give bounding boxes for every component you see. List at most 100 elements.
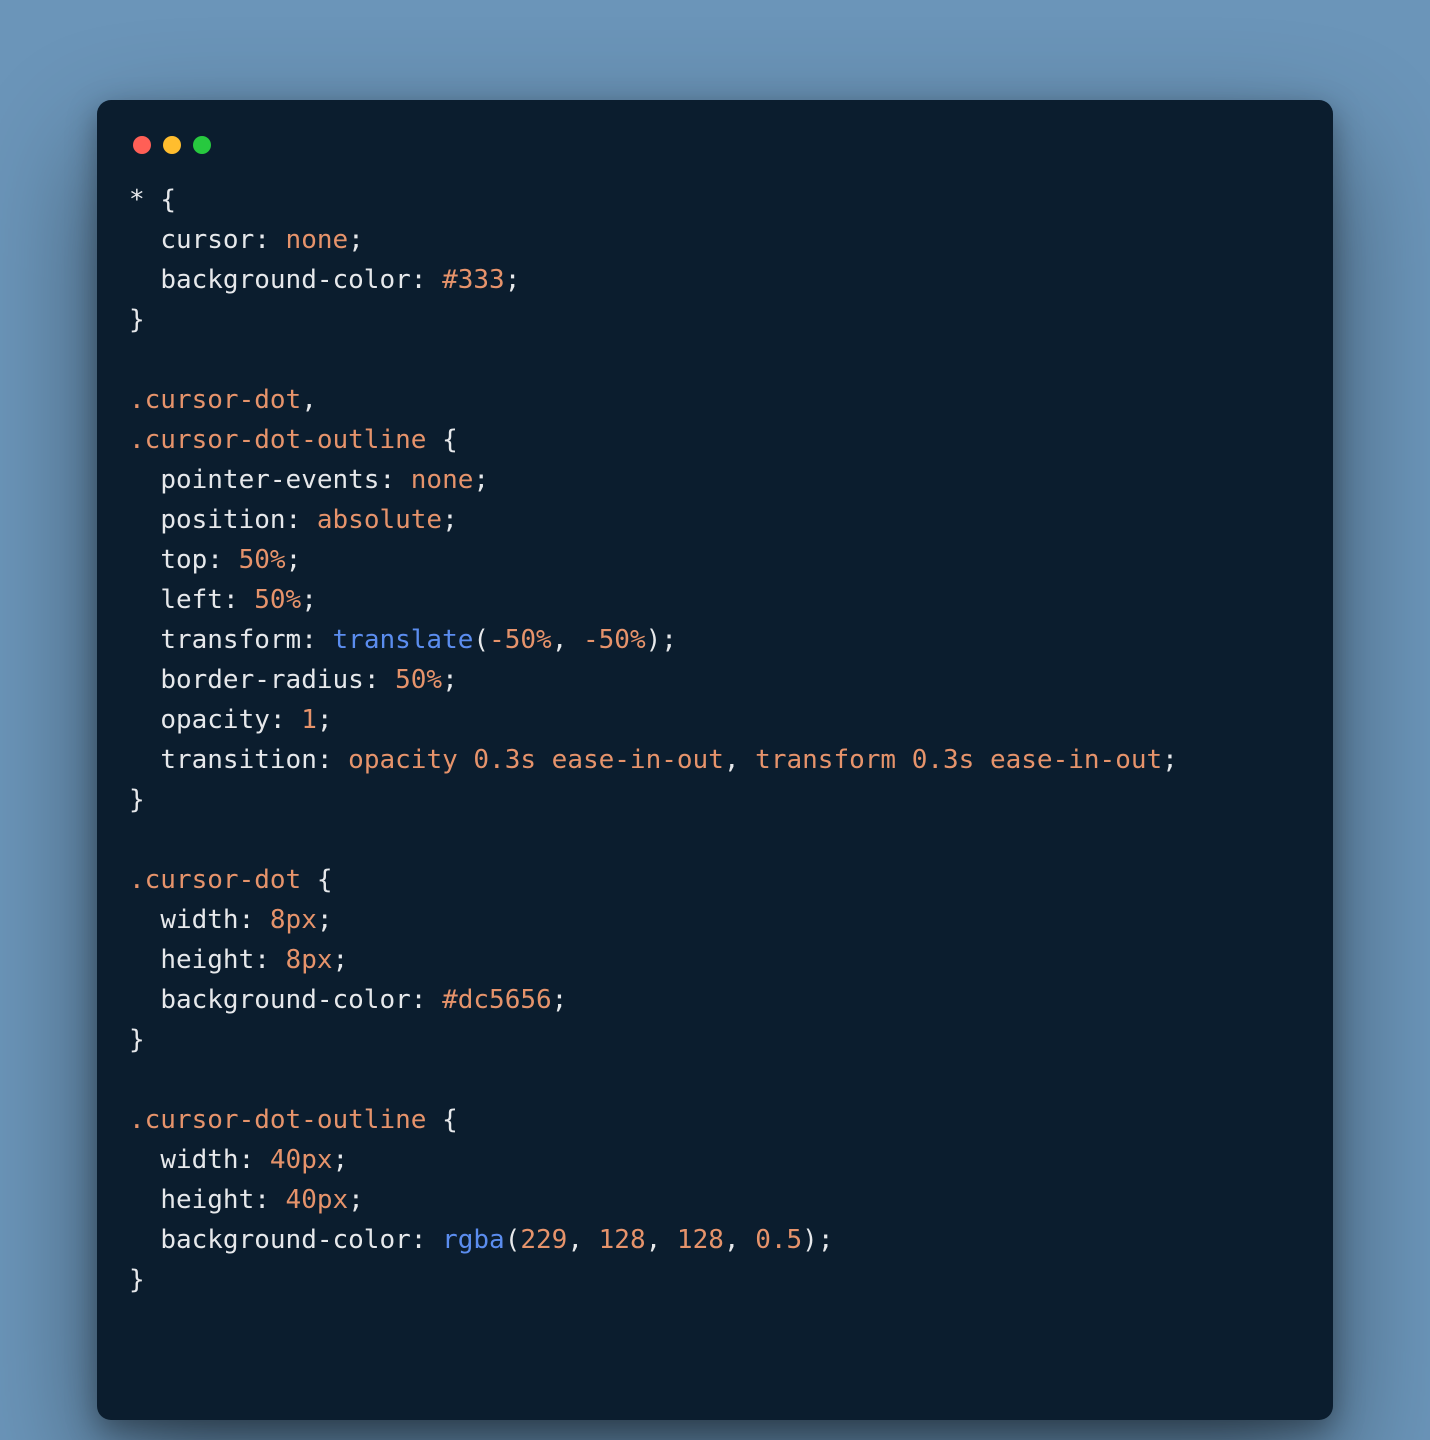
- code-token: position: [160, 505, 285, 535]
- code-token: background-color: [160, 265, 410, 295]
- code-token: .cursor-dot-outline: [129, 1105, 426, 1135]
- code-token: :: [207, 545, 238, 575]
- code-token: ,: [567, 1225, 598, 1255]
- code-token: ;: [1162, 745, 1178, 775]
- code-token: background-color: [160, 1225, 410, 1255]
- code-token: [129, 265, 160, 295]
- code-token: #333: [442, 265, 505, 295]
- code-token: opacity 0.3s ease-in-out: [348, 745, 724, 775]
- code-token: :: [411, 1225, 442, 1255]
- window-zoom-icon[interactable]: [193, 136, 211, 154]
- code-token: [129, 505, 160, 535]
- code-token: 40px: [286, 1185, 349, 1215]
- code-token: ,: [724, 745, 755, 775]
- window-minimize-icon[interactable]: [163, 136, 181, 154]
- code-token: ): [646, 625, 662, 655]
- code-token: none: [286, 225, 349, 255]
- code-token: [129, 945, 160, 975]
- code-token: height: [160, 1185, 254, 1215]
- code-token: :: [301, 625, 332, 655]
- code-token: .cursor-dot-outline: [129, 425, 426, 455]
- code-token: :: [411, 985, 442, 1015]
- code-token: *: [129, 185, 160, 215]
- code-token: ;: [286, 545, 302, 575]
- code-token: ;: [552, 985, 568, 1015]
- code-token: [129, 625, 160, 655]
- code-token: ;: [473, 465, 489, 495]
- code-token: ;: [661, 625, 677, 655]
- code-token: pointer-events: [160, 465, 379, 495]
- code-token: ,: [552, 625, 583, 655]
- code-window: * { cursor: none; background-color: #333…: [97, 100, 1333, 1420]
- code-token: top: [160, 545, 207, 575]
- code-token: 50%: [239, 545, 286, 575]
- code-token: 8px: [286, 945, 333, 975]
- window-titlebar: [129, 130, 1301, 180]
- code-token: 1: [301, 705, 317, 735]
- code-token: cursor: [160, 225, 254, 255]
- code-token: ;: [818, 1225, 834, 1255]
- code-token: }: [129, 1265, 145, 1295]
- code-token: :: [254, 225, 285, 255]
- code-token: [129, 1185, 160, 1215]
- code-token: :: [286, 505, 317, 535]
- code-token: ;: [333, 945, 349, 975]
- code-token: ;: [348, 1185, 364, 1215]
- code-token: }: [129, 1025, 145, 1055]
- code-token: opacity: [160, 705, 270, 735]
- code-token: transition: [160, 745, 317, 775]
- code-token: }: [129, 305, 145, 335]
- code-token: :: [270, 705, 301, 735]
- code-token: [129, 465, 160, 495]
- code-token: [129, 1225, 160, 1255]
- code-token: -50%: [489, 625, 552, 655]
- code-token: width: [160, 1145, 238, 1175]
- code-token: rgba: [442, 1225, 505, 1255]
- code-token: ;: [333, 1145, 349, 1175]
- code-token: .cursor-dot: [129, 385, 301, 415]
- code-token: ): [802, 1225, 818, 1255]
- code-token: ,: [724, 1225, 755, 1255]
- code-token: ;: [348, 225, 364, 255]
- stage: * { cursor: none; background-color: #333…: [0, 0, 1430, 1440]
- code-token: :: [411, 265, 442, 295]
- code-token: width: [160, 905, 238, 935]
- code-token: :: [317, 745, 348, 775]
- code-token: #dc5656: [442, 985, 552, 1015]
- code-token: transform: [160, 625, 301, 655]
- code-token: [129, 585, 160, 615]
- code-token: {: [160, 185, 176, 215]
- code-token: ;: [317, 705, 333, 735]
- code-token: ;: [505, 265, 521, 295]
- code-token: :: [254, 945, 285, 975]
- code-token: [129, 905, 160, 935]
- code-token: -50%: [583, 625, 646, 655]
- code-token: ,: [301, 385, 317, 415]
- code-token: 50%: [395, 665, 442, 695]
- code-token: :: [379, 465, 410, 495]
- window-close-icon[interactable]: [133, 136, 151, 154]
- code-token: .cursor-dot: [129, 865, 301, 895]
- code-token: translate: [333, 625, 474, 655]
- code-token: ;: [442, 505, 458, 535]
- code-token: {: [301, 865, 332, 895]
- code-token: background-color: [160, 985, 410, 1015]
- code-token: ;: [442, 665, 458, 695]
- code-token: [129, 745, 160, 775]
- code-token: 50%: [254, 585, 301, 615]
- code-token: ,: [646, 1225, 677, 1255]
- code-token: [129, 985, 160, 1015]
- code-token: {: [426, 1105, 457, 1135]
- code-token: [129, 545, 160, 575]
- code-token: 0.5: [755, 1225, 802, 1255]
- code-token: ;: [317, 905, 333, 935]
- code-token: [129, 705, 160, 735]
- code-token: {: [426, 425, 457, 455]
- code-token: 8px: [270, 905, 317, 935]
- code-token: :: [364, 665, 395, 695]
- code-token: absolute: [317, 505, 442, 535]
- code-token: border-radius: [160, 665, 364, 695]
- code-token: [129, 225, 160, 255]
- code-token: [129, 665, 160, 695]
- code-token: left: [160, 585, 223, 615]
